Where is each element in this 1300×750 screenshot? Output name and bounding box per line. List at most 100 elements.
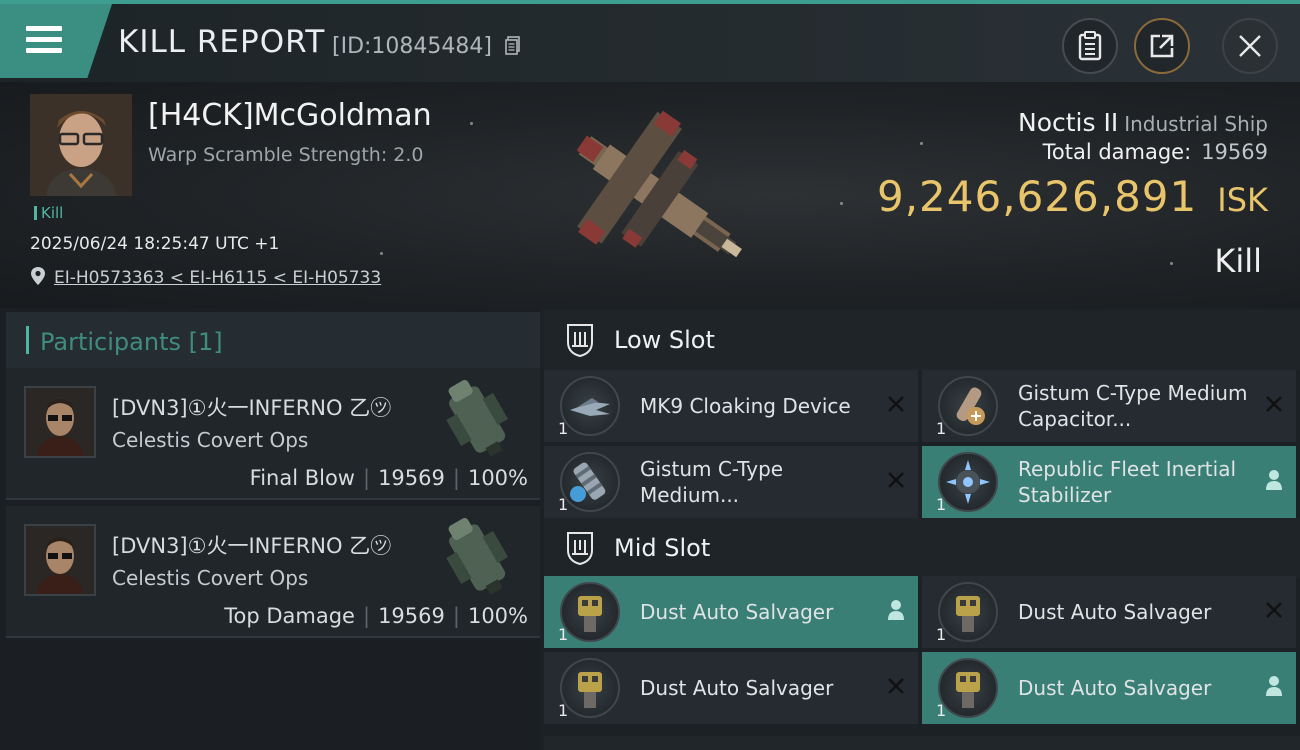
- header-bar: KILL REPORT [ID:10845484]: [0, 4, 1300, 82]
- participant-row[interactable]: [DVN3]①火一INFERNO 乙㋡ Celestis Covert Ops …: [6, 368, 540, 500]
- module-quantity: 1: [558, 701, 569, 720]
- cloak-icon: [560, 376, 620, 436]
- destroyed-icon: [1266, 396, 1282, 412]
- clipboard-icon: [1078, 31, 1102, 61]
- mid-slot-icon: [567, 532, 593, 566]
- page-title: KILL REPORT: [118, 24, 326, 60]
- isk-value-row: 9,246,626,891 ISK: [877, 172, 1268, 221]
- warp-scramble-strength: Warp Scramble Strength: 2.0: [148, 144, 424, 166]
- participants-header-bar: [26, 326, 29, 354]
- module-quantity: 1: [936, 495, 947, 514]
- low-slot-icon: [567, 324, 593, 358]
- module-name: Dust Auto Salvager: [640, 676, 834, 700]
- module-quantity: 1: [558, 625, 569, 644]
- victim-avatar[interactable]: [30, 94, 132, 196]
- mid-slot-title: Mid Slot: [614, 534, 711, 562]
- participant-ship: Celestis Covert Ops: [112, 566, 309, 590]
- module-card[interactable]: 1 Dust Auto Salvager: [544, 576, 918, 648]
- module-name: Republic Fleet Inertial Stabilizer: [1018, 457, 1237, 507]
- module-card[interactable]: 1 Dust Auto Salvager: [544, 652, 918, 724]
- ship-class: Industrial Ship: [1124, 112, 1268, 136]
- victim-summary: [H4CK]McGoldman Warp Scramble Strength: …: [0, 82, 1300, 308]
- low-slot-header: Low Slot: [544, 310, 1300, 370]
- participant-stats: Top Damage | 19569 | 100%: [224, 604, 528, 628]
- participant-role: Final Blow: [249, 466, 355, 490]
- participant-name[interactable]: [DVN3]①火一INFERNO 乙㋡: [112, 530, 391, 560]
- kill-report-window: KILL REPORT [ID:10845484] [H4CK]McGoldma…: [0, 0, 1300, 750]
- module-name: Gistum C-Type Medium Capacitor...: [1018, 381, 1248, 431]
- ship-name: Noctis II: [1018, 108, 1119, 137]
- participant-percent: 100%: [467, 466, 528, 490]
- module-quantity: 1: [558, 495, 569, 514]
- module-name: MK9 Cloaking Device: [640, 394, 851, 418]
- kill-tag-label: Kill: [41, 204, 64, 222]
- module-quantity: 1: [936, 625, 947, 644]
- module-card[interactable]: 1 MK9 Cloaking Device: [544, 370, 918, 442]
- mid-slot-header: Mid Slot: [544, 518, 1300, 578]
- close-button[interactable]: [1222, 18, 1278, 74]
- kill-datetime: 2025/06/24 18:25:47 UTC +1: [30, 234, 280, 254]
- share-button[interactable]: [1134, 18, 1190, 74]
- kill-location-link[interactable]: EI-H0573363 < EI-H6115 < EI-H05733: [54, 268, 381, 288]
- participant-damage: 19569: [378, 604, 445, 628]
- celestis-ship-icon: [446, 517, 509, 595]
- share-icon: [1150, 34, 1174, 58]
- participant-avatar[interactable]: [24, 524, 96, 596]
- module-card[interactable]: 1 Gistum C-Type Medium Capacitor...: [922, 370, 1296, 442]
- participant-portrait-icon: [26, 526, 94, 594]
- module-name: Dust Auto Salvager: [1018, 600, 1212, 624]
- module-name: Gistum C-Type Medium...: [640, 457, 784, 507]
- menu-button[interactable]: [0, 4, 112, 78]
- module-name: Dust Auto Salvager: [640, 600, 834, 624]
- participant-avatar[interactable]: [24, 386, 96, 458]
- total-damage-value: 19569: [1201, 140, 1268, 164]
- module-card[interactable]: 1 Dust Auto Salvager: [922, 576, 1296, 648]
- participant-percent: 100%: [467, 604, 528, 628]
- isk-value: 9,246,626,891: [876, 172, 1198, 221]
- module-card[interactable]: 1 Republic Fleet Inertial Stabilizer: [922, 446, 1296, 518]
- module-name: Dust Auto Salvager: [1018, 676, 1212, 700]
- hamburger-icon: [26, 26, 62, 54]
- participant-role: Top Damage: [224, 604, 355, 628]
- module-quantity: 1: [936, 419, 947, 438]
- salvager-icon: [938, 658, 998, 718]
- location-pin-icon: [31, 267, 45, 285]
- isk-unit: ISK: [1217, 181, 1268, 219]
- kill-result-label: Kill: [1214, 242, 1262, 280]
- participant-name[interactable]: [DVN3]①火一INFERNO 乙㋡: [112, 392, 391, 422]
- participant-stats: Final Blow | 19569 | 100%: [249, 466, 528, 490]
- dropped-person-icon: [888, 600, 904, 620]
- destroyed-icon: [888, 678, 904, 694]
- participant-ship: Celestis Covert Ops: [112, 428, 309, 452]
- participant-row[interactable]: [DVN3]①火一INFERNO 乙㋡ Celestis Covert Ops …: [6, 506, 540, 638]
- salvager-icon: [560, 582, 620, 642]
- next-slot-header-partial: [544, 736, 1300, 750]
- participants-header: Participants [1]: [6, 312, 540, 368]
- destroyed-icon: [888, 396, 904, 412]
- celestis-ship-icon: [446, 379, 509, 457]
- clipboard-button[interactable]: [1062, 18, 1118, 74]
- participants-title: Participants [1]: [40, 328, 223, 356]
- module-card[interactable]: 1 Gistum C-Type Medium...: [544, 446, 918, 518]
- shield-booster-icon: [560, 452, 620, 512]
- participant-damage: 19569: [378, 466, 445, 490]
- noctis-ship-image: [576, 110, 742, 258]
- destroyed-icon: [1266, 602, 1282, 618]
- kill-tag: Kill: [34, 204, 63, 222]
- ship-type[interactable]: Noctis II Industrial Ship: [1018, 108, 1268, 137]
- module-quantity: 1: [936, 701, 947, 720]
- dropped-person-icon: [1266, 470, 1282, 490]
- module-card[interactable]: 1 Dust Auto Salvager: [922, 652, 1296, 724]
- victim-name[interactable]: [H4CK]McGoldman: [148, 98, 432, 133]
- low-slot-title: Low Slot: [614, 326, 715, 354]
- salvager-icon: [560, 658, 620, 718]
- report-id: [ID:10845484]: [332, 34, 492, 59]
- close-icon: [1239, 35, 1261, 57]
- destroyed-icon: [888, 472, 904, 488]
- copy-icon[interactable]: [505, 36, 521, 56]
- fitting-panel: Low Slot 1 MK9 Cloaking Device 1 Gistum …: [540, 308, 1300, 750]
- capacitor-icon: [938, 376, 998, 436]
- module-quantity: 1: [558, 419, 569, 438]
- salvager-icon: [938, 582, 998, 642]
- pilot-portrait-icon: [30, 94, 132, 196]
